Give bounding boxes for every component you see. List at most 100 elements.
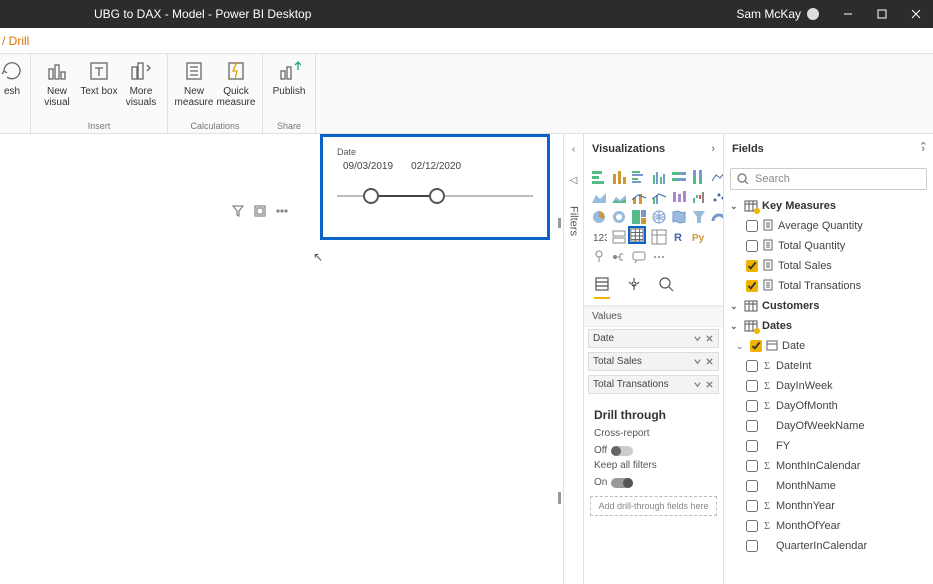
viz-qa[interactable] [630,248,648,266]
viz-import[interactable] [650,248,668,266]
viz-cluster-col[interactable] [650,168,668,186]
viz-matrix[interactable] [650,228,668,246]
close-button[interactable] [899,0,933,28]
slicer-from[interactable]: 09/03/2019 [343,161,393,172]
format-tab[interactable] [626,276,642,299]
viz-100-col[interactable] [690,168,708,186]
maximize-button[interactable] [865,0,899,28]
more-visuals-icon [127,58,155,84]
viz-funnel[interactable] [690,208,708,226]
field-total-sales[interactable]: Total Sales [724,256,933,276]
date-slicer[interactable]: Date 09/03/2019 02/12/2020 [320,134,550,240]
viz-table-selected[interactable] [628,226,646,244]
viz-stacked-area[interactable] [610,188,628,206]
publish-button[interactable]: Publish [269,56,309,97]
field-dayinweek[interactable]: ΣDayInWeek [724,376,933,396]
table-dates[interactable]: ⌄ Dates [724,316,933,336]
viz-py[interactable]: Py [690,228,708,246]
analytics-tab[interactable] [658,276,674,299]
visualizations-header[interactable]: Visualizations › [584,134,723,164]
viz-card[interactable]: 123 [590,228,608,246]
canvas-scrollbar[interactable] [555,212,563,512]
viz-combo1[interactable] [630,188,648,206]
slicer-to[interactable]: 02/12/2020 [411,161,461,172]
focus-icon[interactable] [254,204,266,222]
viz-r[interactable]: R [670,228,688,246]
chevron-left-icon[interactable]: ‹ [572,144,575,155]
well-date[interactable]: Date [588,329,719,348]
field-average-quantity[interactable]: Average Quantity [724,216,933,236]
drill-drop-zone[interactable]: Add drill-through fields here [590,496,717,516]
field-dayofmonth[interactable]: ΣDayOfMonth [724,396,933,416]
filter-icon[interactable] [232,204,244,222]
slicer-label: Date [337,147,533,157]
keep-filters-toggle[interactable]: On [594,477,633,488]
well-total-transactions[interactable]: Total Transations [588,375,719,394]
keep-filters-label: Keep all filters [584,458,723,473]
filters-label: Filters [568,206,580,236]
viz-waterfall[interactable] [690,188,708,206]
fields-tab[interactable] [594,276,610,299]
cross-report-toggle[interactable]: Off [594,445,633,456]
table-icon [744,200,758,212]
sigma-icon: Σ [762,501,772,512]
ribbon-group-share: Share [277,121,301,131]
field-monthnyear[interactable]: ΣMonthnYear [724,496,933,516]
field-dateint[interactable]: ΣDateInt [724,356,933,376]
viz-map[interactable] [650,208,668,226]
field-total-transactions[interactable]: Total Transations [724,276,933,296]
textbox-icon [85,58,113,84]
fields-header[interactable]: Fields › [724,134,933,164]
new-measure-button[interactable]: New measure [174,56,214,108]
cursor-icon: ↖ [313,250,323,264]
viz-stacked-col[interactable] [610,168,628,186]
refresh-button[interactable]: esh [0,56,24,97]
more-icon[interactable] [276,204,288,222]
table-icon [744,300,758,312]
filters-pane-collapsed[interactable]: ‹ ◁ Filters [563,134,583,584]
field-total-quantity[interactable]: Total Quantity [724,236,933,256]
viz-combo2[interactable] [650,188,668,206]
table-customers[interactable]: ⌄ Customers [724,296,933,316]
viz-cluster-bar[interactable] [630,168,648,186]
viz-filled-map[interactable] [670,208,688,226]
viz-treemap[interactable] [630,208,648,226]
report-canvas[interactable]: Date 09/03/2019 02/12/2020 ↖ [0,134,563,584]
collapse-chevron-icon[interactable]: ⌃ [919,140,928,153]
search-input[interactable]: Search [730,168,927,190]
text-box-button[interactable]: Text box [79,56,119,108]
field-monthofyear[interactable]: ΣMonthOfYear [724,516,933,536]
viz-keyinf[interactable] [590,248,608,266]
well-total-sales[interactable]: Total Sales [588,352,719,371]
calc-icon [762,259,774,274]
chevron-right-icon[interactable]: › [711,143,715,155]
field-fy[interactable]: FY [724,436,933,456]
field-quarterincalendar[interactable]: QuarterInCalendar [724,536,933,556]
ribbon-subtab[interactable]: / Drill [0,28,933,54]
field-monthname[interactable]: MonthName [724,476,933,496]
field-dayofweekname[interactable]: DayOfWeekName [724,416,933,436]
more-visuals-button[interactable]: More visuals [121,56,161,108]
slicer-handle-start[interactable] [363,188,379,204]
field-date[interactable]: ⌄Date [724,336,933,356]
new-visual-button[interactable]: New visual [37,56,77,108]
field-monthincalendar[interactable]: ΣMonthInCalendar [724,456,933,476]
viz-pie[interactable] [590,208,608,226]
user-name[interactable]: Sam McKay [736,7,819,21]
visualization-picker: 123 R Py [584,164,723,270]
viz-stacked-bar[interactable] [590,168,608,186]
viz-donut[interactable] [610,208,628,226]
slicer-handle-end[interactable] [429,188,445,204]
viz-multi-card[interactable] [610,228,628,246]
minimize-button[interactable] [831,0,865,28]
bookmark-icon[interactable]: ◁ [570,175,578,186]
viz-ribbon[interactable] [670,188,688,206]
fields-tree: ⌄ Key Measures Average Quantity Total Qu… [724,194,933,558]
table-key-measures[interactable]: ⌄ Key Measures [724,196,933,216]
viz-area[interactable] [590,188,608,206]
quick-measure-button[interactable]: Quick measure [216,56,256,108]
viz-100-bar[interactable] [670,168,688,186]
sigma-icon: Σ [762,381,772,392]
slicer-track[interactable] [337,186,533,206]
viz-decomp[interactable] [610,248,628,266]
